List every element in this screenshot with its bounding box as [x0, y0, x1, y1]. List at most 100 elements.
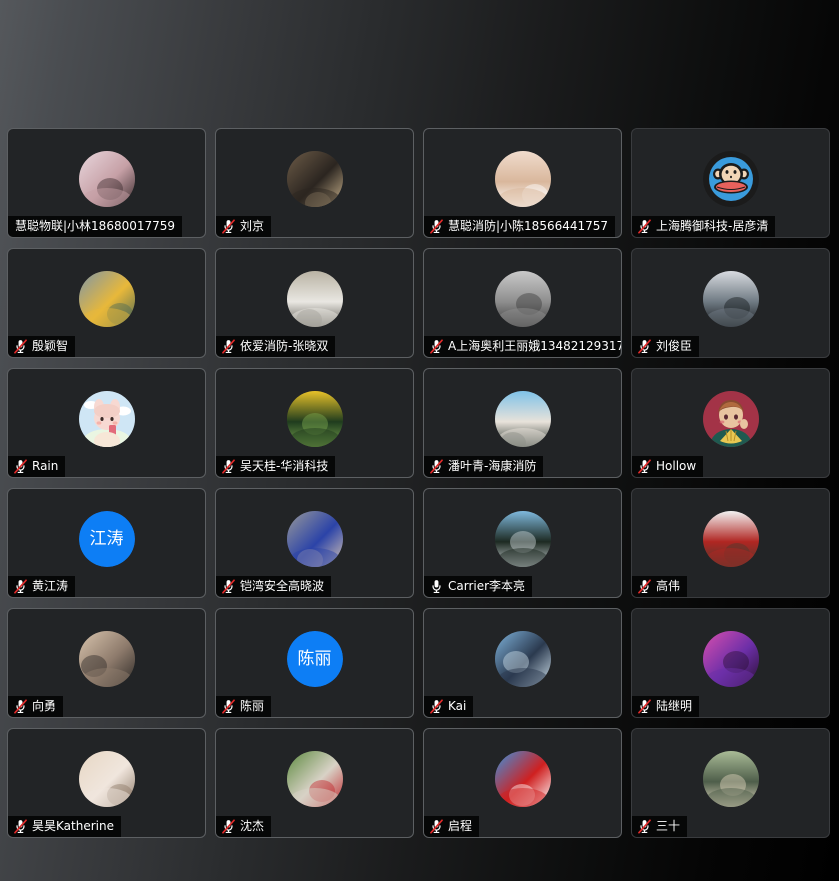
avatar [286, 151, 343, 207]
mic-muted-icon [638, 219, 651, 234]
participant-name: 刘俊臣 [656, 339, 693, 353]
participant-tile[interactable]: Carrier李本亮 [423, 488, 622, 598]
participant-name: 慧聪消防|小陈18566441757 [448, 219, 609, 233]
mic-muted-icon [222, 579, 235, 594]
mic-muted-icon [14, 699, 27, 714]
participant-tile[interactable]: A上海奥利王丽娥13482129317 [423, 248, 622, 358]
avatar [702, 271, 759, 327]
avatar: 陈丽 [286, 631, 343, 687]
participant-name-bar: Kai [424, 696, 474, 717]
participant-name-bar: 铠湾安全高晓波 [216, 576, 332, 597]
mic-muted-icon [638, 819, 651, 834]
avatar [702, 511, 759, 567]
participant-name-bar: 昊昊Katherine [8, 816, 121, 837]
participant-name: 黄江涛 [32, 579, 69, 593]
participant-tile[interactable]: 刘京 [215, 128, 414, 238]
mic-muted-icon [430, 219, 443, 234]
mic-muted-icon [222, 819, 235, 834]
participant-name-bar: 三十 [632, 816, 688, 837]
participant-tile[interactable]: Hollow [631, 368, 830, 478]
participant-name: 沈杰 [240, 819, 265, 833]
participant-name-bar: 吴天桂-华消科技 [216, 456, 336, 477]
mic-muted-icon [14, 579, 27, 594]
participant-tile[interactable]: 上海腾御科技-居彦清 [631, 128, 830, 238]
participant-name: 启程 [448, 819, 473, 833]
participant-name: 上海腾御科技-居彦清 [656, 219, 769, 233]
participant-tile[interactable]: 江涛 黄江涛 [7, 488, 206, 598]
participant-name: 殷颖智 [32, 339, 69, 353]
participant-name-bar: 上海腾御科技-居彦清 [632, 216, 776, 237]
participant-name: 依爱消防-张晓双 [240, 339, 329, 353]
participant-tile[interactable]: 高伟 [631, 488, 830, 598]
mic-muted-icon [14, 819, 27, 834]
avatar [78, 391, 135, 447]
participant-tile[interactable]: 刘俊臣 [631, 248, 830, 358]
avatar [286, 271, 343, 327]
participant-tile[interactable]: 沈杰 [215, 728, 414, 838]
participant-name-bar: Hollow [632, 456, 704, 477]
mic-muted-icon [638, 699, 651, 714]
participant-name: Kai [448, 699, 467, 713]
participant-name-bar: 依爱消防-张晓双 [216, 336, 336, 357]
participant-name: 吴天桂-华消科技 [240, 459, 329, 473]
mic-muted-icon [638, 339, 651, 354]
participant-name-bar: 沈杰 [216, 816, 272, 837]
participant-name: 昊昊Katherine [32, 819, 114, 833]
participant-tile[interactable]: 铠湾安全高晓波 [215, 488, 414, 598]
avatar [286, 511, 343, 567]
participant-name: 铠湾安全高晓波 [240, 579, 325, 593]
participant-tile[interactable]: 依爱消防-张晓双 [215, 248, 414, 358]
participant-tile[interactable]: Kai [423, 608, 622, 718]
avatar [702, 151, 759, 207]
participant-tile[interactable]: 启程 [423, 728, 622, 838]
participant-name: Carrier李本亮 [448, 579, 526, 593]
participant-name-bar: 向勇 [8, 696, 64, 717]
avatar [494, 631, 551, 687]
participant-name: 陈丽 [240, 699, 265, 713]
participant-tile[interactable]: 慧聪消防|小陈18566441757 [423, 128, 622, 238]
participant-name: Hollow [656, 459, 697, 473]
participant-name-bar: 高伟 [632, 576, 688, 597]
participant-tile[interactable]: 吴天桂-华消科技 [215, 368, 414, 478]
participant-tile[interactable]: 向勇 [7, 608, 206, 718]
avatar [286, 391, 343, 447]
participant-tile[interactable]: Rain [7, 368, 206, 478]
avatar [702, 391, 759, 447]
avatar [78, 151, 135, 207]
participant-tile[interactable]: 慧聪物联|小林18680017759 [7, 128, 206, 238]
mic-muted-icon [222, 339, 235, 354]
mic-muted-icon [430, 459, 443, 474]
avatar [702, 751, 759, 807]
video-conference-window: 慧聪物联|小林18680017759 刘京 慧聪消防|小陈18566441757 上海… [0, 0, 839, 881]
participant-name: 潘叶青-海康消防 [448, 459, 537, 473]
participant-tile[interactable]: 陆继明 [631, 608, 830, 718]
participant-name: 向勇 [32, 699, 57, 713]
participant-name-bar: 启程 [424, 816, 480, 837]
participant-name-bar: 潘叶青-海康消防 [424, 456, 544, 477]
avatar [494, 391, 551, 447]
participant-tile[interactable]: 潘叶青-海康消防 [423, 368, 622, 478]
participant-name: 陆继明 [656, 699, 693, 713]
participant-name: A上海奥利王丽娥13482129317 [448, 339, 622, 353]
mic-muted-icon [430, 339, 443, 354]
mic-muted-icon [222, 219, 235, 234]
mic-muted-icon [222, 459, 235, 474]
participant-tile[interactable]: 昊昊Katherine [7, 728, 206, 838]
avatar [494, 151, 551, 207]
participant-tile[interactable]: 殷颖智 [7, 248, 206, 358]
avatar-initials: 陈丽 [297, 648, 332, 669]
mic-muted-icon [430, 819, 443, 834]
mic-on-icon [432, 580, 441, 593]
participant-name-bar: 黄江涛 [8, 576, 76, 597]
participant-name-bar: 殷颖智 [8, 336, 76, 357]
participant-tile[interactable]: 三十 [631, 728, 830, 838]
avatar [494, 751, 551, 807]
participant-name-bar: Rain [8, 456, 66, 477]
participant-tile[interactable]: 陈丽 陈丽 [215, 608, 414, 718]
participant-gallery-grid: 慧聪物联|小林18680017759 刘京 慧聪消防|小陈18566441757 上海… [7, 128, 832, 843]
participant-name-bar: A上海奥利王丽娥13482129317 [424, 336, 622, 357]
participant-name-bar: 陈丽 [216, 696, 272, 717]
avatar: 江涛 [78, 511, 135, 567]
participant-name-bar: 慧聪消防|小陈18566441757 [424, 216, 616, 237]
avatar [702, 631, 759, 687]
